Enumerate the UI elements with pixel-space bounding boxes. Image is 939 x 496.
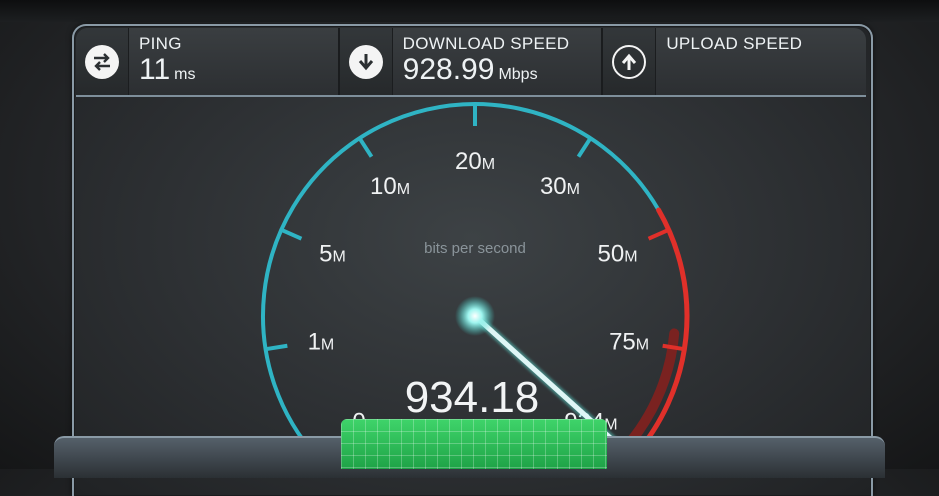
speed-gauge: bits per second 01M5M10M20M30M50M75M934M… xyxy=(261,102,690,461)
gauge-tick xyxy=(265,343,288,352)
needle-hub xyxy=(455,296,495,336)
gauge-tick-label: 30M xyxy=(540,173,580,200)
gauge-tick-label: 20M xyxy=(455,148,495,175)
speed-graph xyxy=(341,419,607,469)
gauge-tick-label: 50M xyxy=(597,241,637,268)
gauge-tick xyxy=(357,137,374,158)
gauge-tick-label: 1M xyxy=(308,328,335,355)
gauge-tick xyxy=(576,137,593,158)
gauge-tick xyxy=(662,343,685,352)
gauge-reading: 934.18 xyxy=(405,373,540,422)
gauge-caption: bits per second xyxy=(424,240,526,257)
gauge-tick-label: 10M xyxy=(370,173,410,200)
gauge-tick xyxy=(647,227,670,241)
gauge-tick xyxy=(280,227,303,241)
gauge-tick-label: 75M xyxy=(609,328,649,355)
gauge-tick-label: 5M xyxy=(319,241,346,268)
